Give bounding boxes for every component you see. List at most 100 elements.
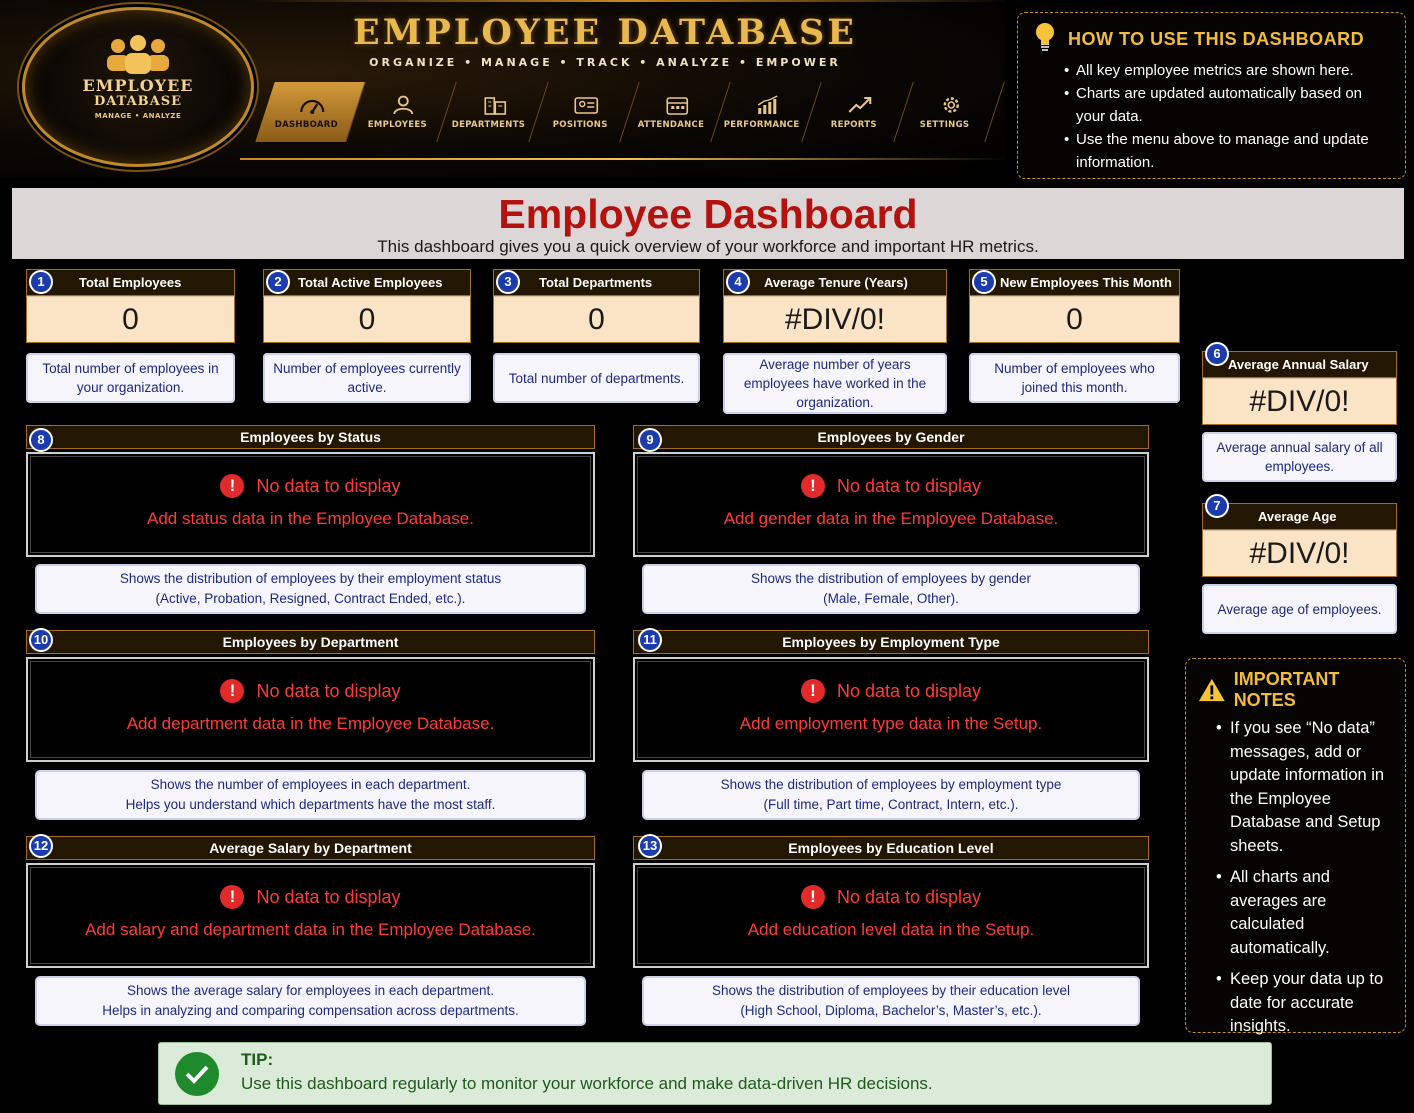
kpi-description: Average age of employees. — [1202, 584, 1397, 634]
description-line: (Full time, Part time, Contract, Intern,… — [763, 797, 1019, 812]
checkmark-icon — [175, 1052, 219, 1096]
panel-employees-by-department: 10 Employees by Department ! No data to d… — [26, 628, 595, 820]
kpi-title: Total Active Employees — [263, 269, 471, 296]
bar-chart-icon — [758, 94, 779, 114]
kpi-title: Total Employees — [26, 269, 235, 296]
howto-item: Charts are updated automatically based o… — [1064, 82, 1391, 128]
app-title: EMPLOYEE DATABASE — [353, 12, 857, 53]
panel-employees-by-status: 8 Employees by Status ! No data to displa… — [26, 425, 595, 614]
page-title: Employee Dashboard — [498, 191, 918, 237]
panel-employees-by-gender: 9 Employees by Gender ! No data to displa… — [633, 425, 1149, 614]
main-nav: DASHBOARD EMPLOYEES DEPARTMENTS POSITION… — [255, 82, 1005, 142]
panel-average-salary-by-department: 12 Average Salary by Department ! No data… — [26, 834, 595, 1026]
description-line: Shows the number of employees in each de… — [150, 777, 471, 792]
kpi-active-employees: 2 Total Active Employees 0 Number of emp… — [263, 269, 471, 403]
howto-box: HOW TO USE THIS DASHBOARD All key employ… — [1017, 12, 1406, 179]
kpi-title: Average Tenure (Years) — [723, 269, 947, 296]
number-badge: 6 — [1205, 342, 1229, 366]
logo-tagline: MANAGE • ANALYZE — [94, 112, 182, 120]
howto-item: Use the menu above to manage and update … — [1064, 128, 1391, 174]
no-data-hint: Add department data in the Employee Data… — [126, 714, 495, 733]
panel-title: Average Salary by Department — [26, 836, 595, 860]
description-line: (High School, Diploma, Bachelor’s, Maste… — [740, 1003, 1042, 1018]
tip-bar: TIP: Use this dashboard regularly to mon… — [158, 1042, 1272, 1105]
panel-employees-by-employment-type: 11 Employees by Employment Type ! No data… — [633, 628, 1149, 820]
no-data-text: No data to display — [836, 680, 982, 701]
kpi-average-salary: 6 Average Annual Salary #DIV/0! Average … — [1202, 342, 1397, 482]
description-line: Shows the distribution of employees by e… — [720, 777, 1062, 792]
note-item: Keep your data up to date for accurate i… — [1216, 968, 1393, 1039]
kpi-value: #DIV/0! — [723, 296, 947, 343]
number-badge: 8 — [29, 428, 53, 452]
nav-label: EMPLOYEES — [367, 119, 427, 130]
tip-text: Use this dashboard regularly to monitor … — [241, 1074, 933, 1093]
kpi-average-age: 7 Average Age #DIV/0! Average age of emp… — [1202, 494, 1397, 634]
howto-header: HOW TO USE THIS DASHBOARD — [1032, 23, 1391, 53]
app-header: EMPLOYEE DATABASE MANAGE • ANALYZE EMPLO… — [0, 0, 1005, 178]
no-data-message: ! No data to display — [635, 474, 1147, 498]
kpi-description: Average number of years employees have w… — [723, 353, 947, 414]
nav-label: DEPARTMENTS — [451, 119, 526, 130]
no-data-hint: Add employment type data in the Setup. — [739, 714, 1043, 733]
building-icon — [484, 96, 506, 115]
no-data-text: No data to display — [256, 886, 401, 907]
description-line: (Active, Probation, Resigned, Contract E… — [155, 591, 466, 606]
number-badge: 10 — [29, 628, 53, 652]
panel-title: Employees by Status — [26, 425, 595, 449]
howto-title: HOW TO USE THIS DASHBOARD — [1068, 28, 1365, 49]
howto-item: All key employee metrics are shown here. — [1064, 59, 1391, 82]
notes-title: IMPORTANT NOTES — [1233, 669, 1340, 710]
panel-title: Employees by Employment Type — [633, 630, 1149, 654]
warning-icon — [1198, 678, 1225, 702]
alert-icon: ! — [800, 885, 825, 909]
number-badge: 11 — [638, 628, 662, 652]
description-line: Shows the distribution of employees by g… — [751, 571, 1031, 586]
nav-settings[interactable]: SETTINGS — [894, 82, 1005, 142]
number-badge: 12 — [29, 834, 53, 858]
panel-description: Shows the distribution of employees by e… — [642, 770, 1140, 820]
kpi-value: 0 — [26, 296, 235, 343]
chart-area: ! No data to display Add status data in t… — [26, 452, 595, 557]
chart-area: ! No data to display Add education level … — [633, 863, 1149, 968]
kpi-description: Number of employees currently active. — [263, 353, 471, 403]
id-card-icon — [574, 96, 599, 114]
panel-description: Shows the distribution of employees by t… — [642, 976, 1140, 1026]
no-data-text: No data to display — [256, 680, 401, 701]
description-line: (Male, Female, Other). — [823, 591, 959, 606]
alert-icon: ! — [800, 679, 825, 703]
panel-employees-by-education-level: 13 Employees by Education Level ! No data… — [633, 834, 1149, 1026]
kpi-value: #DIV/0! — [1202, 378, 1397, 425]
description-line: Shows the distribution of employees by t… — [119, 571, 502, 586]
number-badge: 3 — [496, 270, 520, 294]
number-badge: 2 — [266, 270, 290, 294]
trend-icon — [848, 96, 872, 113]
description-line: Shows the average salary for employees i… — [127, 983, 494, 998]
no-data-message: ! No data to display — [28, 679, 593, 703]
chart-area: ! No data to display Add salary and depar… — [26, 863, 595, 968]
description-line: Helps in analyzing and comparing compens… — [102, 1003, 519, 1018]
chart-area: ! No data to display Add department data … — [26, 657, 595, 762]
no-data-message: ! No data to display — [28, 885, 593, 909]
important-notes-box: IMPORTANT NOTES If you see “No data” mes… — [1185, 658, 1406, 1035]
page-subtitle: This dashboard gives you a quick overvie… — [377, 237, 1039, 256]
calendar-icon — [666, 96, 689, 115]
number-badge: 1 — [29, 270, 53, 294]
panel-description: Shows the average salary for employees i… — [35, 976, 586, 1026]
kpi-value: 0 — [263, 296, 471, 343]
number-badge: 13 — [638, 834, 662, 858]
notes-list: If you see “No data” messages, add or up… — [1198, 717, 1393, 1039]
no-data-text: No data to display — [836, 475, 982, 496]
panel-title: Employees by Education Level — [633, 836, 1149, 860]
number-badge: 7 — [1205, 494, 1229, 518]
description-line: Helps you understand which departments h… — [125, 797, 496, 812]
kpi-title: Total Departments — [493, 269, 700, 296]
tip-title: TIP: — [241, 1050, 274, 1069]
alert-icon: ! — [220, 885, 245, 909]
chart-area: ! No data to display Add gender data in t… — [633, 452, 1149, 557]
nav-label: POSITIONS — [552, 119, 608, 130]
people-icon — [25, 34, 251, 78]
gear-icon — [943, 96, 960, 113]
no-data-text: No data to display — [256, 475, 401, 496]
dashboard-banner: Employee Dashboard This dashboard gives … — [12, 188, 1404, 259]
person-icon — [393, 95, 414, 114]
